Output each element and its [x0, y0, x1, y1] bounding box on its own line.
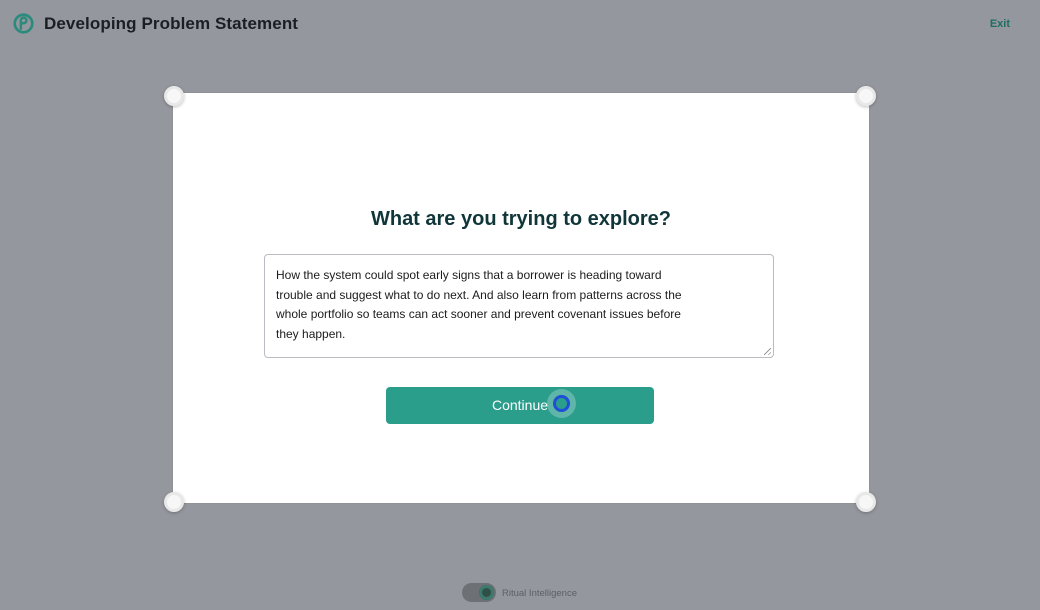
question-heading: What are you trying to explore? [370, 208, 672, 230]
mouse-cursor-indicator [553, 395, 570, 412]
resize-handle-bottom-left[interactable] [164, 492, 184, 512]
resize-handle-bottom-right[interactable] [856, 492, 876, 512]
header: Developing Problem Statement Exit [0, 0, 1040, 48]
page-title: Developing Problem Statement [44, 14, 299, 33]
resize-handle-top-left[interactable] [164, 86, 184, 106]
page: Developing Problem Statement Exit What a… [0, 0, 1040, 610]
toggle-label: Ritual Intelligence [502, 588, 577, 599]
resize-handle-top-right[interactable] [856, 86, 876, 106]
ritual-logo-icon [13, 13, 34, 34]
question-card: What are you trying to explore? How the … [173, 93, 869, 503]
textarea-resize-grip[interactable] [764, 348, 771, 355]
exit-button[interactable]: Exit [990, 18, 1010, 30]
answer-textarea[interactable]: How the system could spot early signs th… [264, 254, 774, 358]
answer-text: How the system could spot early signs th… [276, 268, 682, 341]
continue-button[interactable]: Continue [386, 387, 654, 424]
toggle-knob [479, 585, 494, 600]
ritual-intelligence-toggle[interactable] [462, 583, 496, 602]
